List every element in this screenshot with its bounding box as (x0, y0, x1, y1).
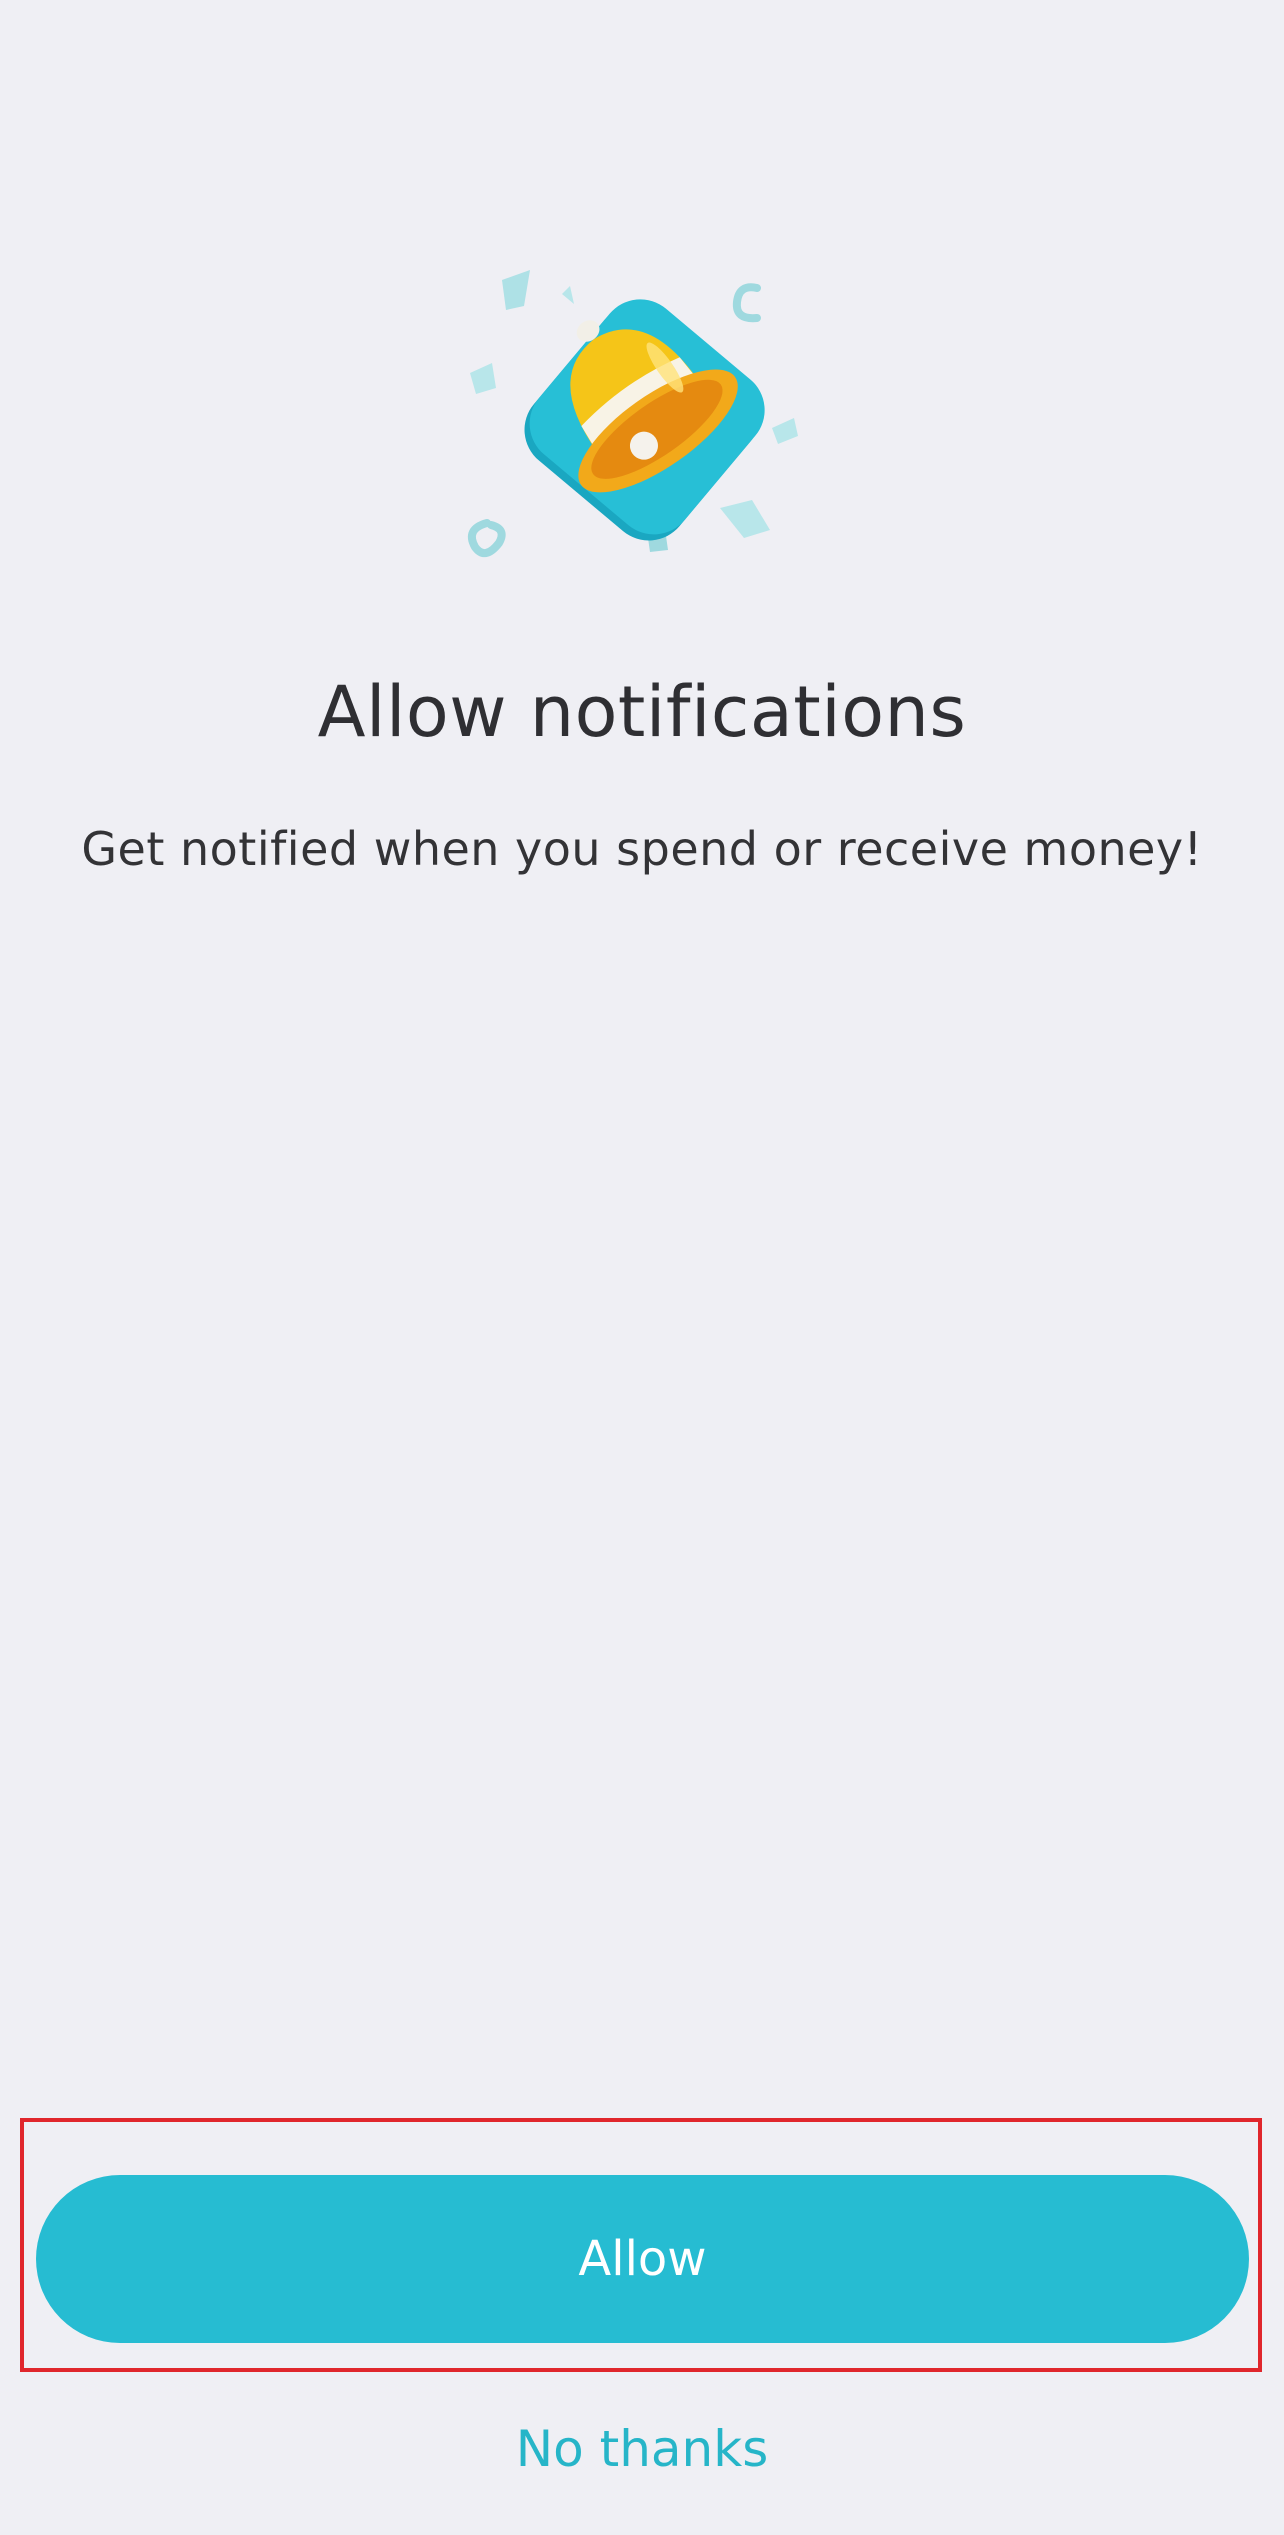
allow-button[interactable]: Allow (36, 2175, 1249, 2343)
no-thanks-link[interactable]: No thanks (0, 2420, 1284, 2478)
page-subtitle: Get notified when you spend or receive m… (81, 822, 1203, 876)
page-title: Allow notifications (317, 671, 967, 753)
bell-icon (468, 270, 798, 557)
notification-bell-illustration (452, 268, 832, 578)
